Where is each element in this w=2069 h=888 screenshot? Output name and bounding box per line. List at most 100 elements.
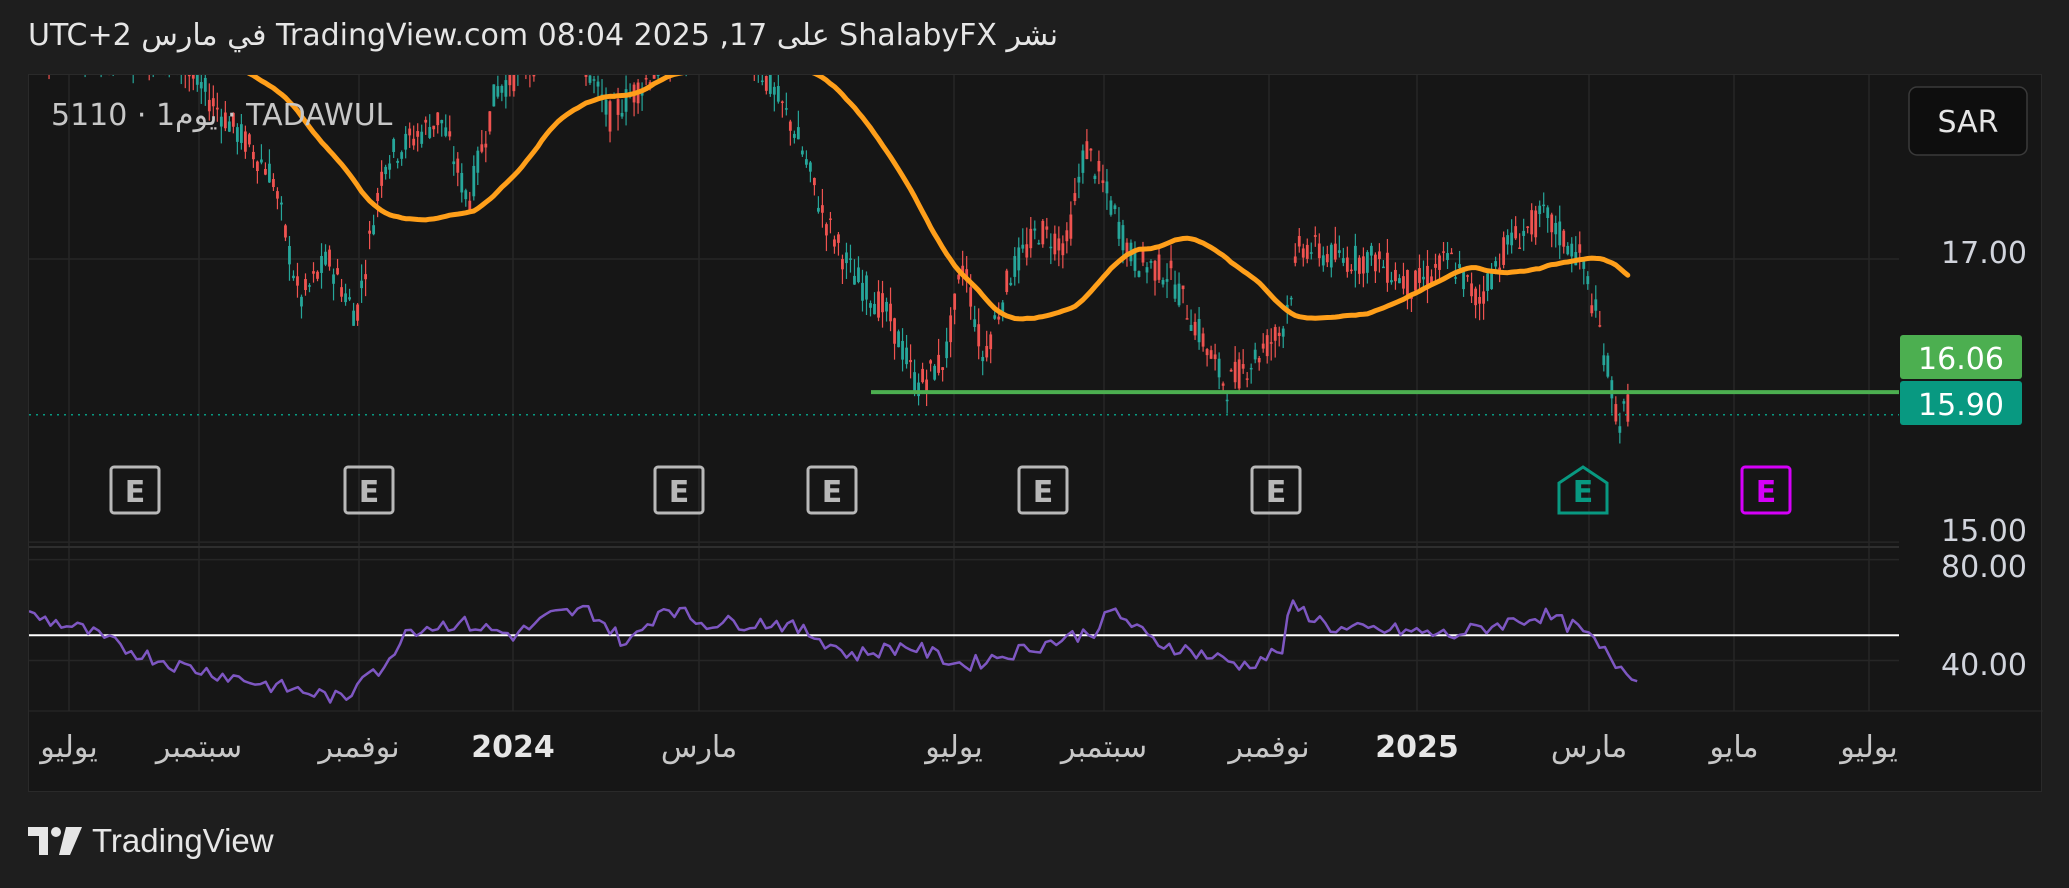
candle-body: [1490, 273, 1494, 290]
candle-body: [1522, 230, 1526, 236]
candle-body: [1622, 401, 1626, 404]
candle-body: [837, 234, 840, 243]
candle-body: [247, 134, 251, 145]
rsi-pane[interactable]: 80.00 40.00: [29, 550, 2027, 704]
candle-body: [953, 293, 957, 310]
candle-body: [780, 101, 784, 103]
earnings-marker[interactable]: E: [806, 465, 858, 515]
earnings-marker[interactable]: E: [1557, 465, 1609, 515]
candle-body: [760, 80, 764, 83]
earnings-marker[interactable]: E: [109, 465, 161, 515]
candle-body: [1289, 297, 1293, 300]
candle-body: [845, 252, 848, 264]
candle-body: [199, 82, 203, 89]
candle-body: [764, 75, 768, 91]
candle-body: [332, 274, 335, 284]
candle-body: [1341, 258, 1345, 263]
currency-button[interactable]: SAR: [1908, 86, 2028, 156]
candle-body: [1165, 279, 1169, 282]
candle-body: [1394, 269, 1397, 282]
candle-body: [997, 316, 1001, 320]
candle-body: [508, 75, 512, 86]
time-tick-label: سبتمبر: [1059, 730, 1147, 765]
candle-body: [1474, 288, 1477, 306]
candle-body: [1550, 214, 1554, 233]
candle-body: [869, 303, 872, 308]
candle-body: [784, 108, 788, 110]
candle-body: [456, 158, 460, 173]
candle-body: [1554, 222, 1558, 235]
candle-body: [989, 334, 993, 350]
tradingview-brand: TradingView: [92, 822, 274, 859]
earnings-marker[interactable]: E: [653, 465, 705, 515]
candle-body: [1353, 245, 1357, 271]
earnings-marker-label: E: [1756, 475, 1777, 510]
time-tick-label: نوفمبر: [1226, 730, 1309, 765]
time-tick-label: مارس: [661, 730, 737, 765]
candle-body: [1478, 296, 1481, 304]
candle-body: [1333, 243, 1337, 260]
earnings-marker-label: E: [669, 475, 690, 510]
time-tick-label: مايو: [1707, 730, 1758, 765]
candle-body: [243, 131, 247, 152]
time-axis[interactable]: يوليو سبتمبر نوفمبر 2024 مارس يوليو سبتمبر نوفم…: [38, 730, 1898, 765]
candle-body: [1514, 226, 1518, 239]
candle-body: [1602, 355, 1606, 366]
candle-body: [1281, 328, 1285, 337]
earnings-marker[interactable]: E: [1740, 465, 1792, 515]
chart-frame[interactable]: E E E E E E E E 5110 · 1يوم · TADAWUL SAR 17.00…: [28, 74, 2043, 793]
candle-body: [1137, 271, 1141, 277]
candle-body: [372, 225, 376, 235]
candle-body: [1213, 354, 1217, 360]
candle-body: [1434, 263, 1437, 268]
candle-body: [1269, 342, 1273, 344]
candle-body: [1542, 204, 1546, 207]
candle-body: [1161, 279, 1165, 285]
tradingview-logo[interactable]: TradingView: [28, 822, 274, 860]
candle-body: [1578, 244, 1582, 253]
candle-body: [1482, 291, 1485, 304]
candle-body: [1337, 250, 1341, 253]
candle-body: [800, 150, 804, 155]
candle-body: [1450, 252, 1453, 255]
candle-body: [1309, 252, 1313, 254]
candle-body: [284, 225, 287, 238]
candle-body: [1177, 283, 1181, 306]
earnings-marker[interactable]: E: [343, 465, 395, 515]
candle-body: [420, 131, 424, 144]
candle-body: [1197, 319, 1201, 343]
candle-body: [1313, 235, 1317, 237]
candle-body: [324, 251, 327, 265]
candle-body: [1257, 357, 1261, 363]
earnings-markers[interactable]: EEEEEEEE: [109, 465, 1792, 515]
candle-body: [913, 372, 916, 393]
candle-body: [1486, 273, 1489, 291]
candle-body: [885, 301, 888, 312]
time-tick-label: سبتمبر: [154, 730, 242, 765]
candle-body: [440, 119, 444, 124]
candle-body: [929, 360, 933, 364]
price-pane[interactable]: E E E E E E E E 5110 · 1يوم · TADAWUL SAR 17.00…: [29, 75, 2028, 549]
candle-body: [1181, 285, 1185, 290]
candle-body: [1025, 244, 1029, 258]
candle-body: [1606, 355, 1610, 377]
chart-canvas[interactable]: E E E E E E E E 5110 · 1يوم · TADAWUL SAR 17.00…: [29, 75, 2043, 793]
candle-body: [288, 245, 291, 265]
candle-body: [1053, 233, 1057, 255]
candle-body: [308, 285, 311, 287]
candle-body: [191, 75, 195, 79]
candle-body: [1037, 242, 1041, 245]
candle-body: [788, 121, 792, 131]
candle-body: [857, 267, 860, 283]
candle-body: [460, 172, 464, 193]
candle-body: [468, 200, 472, 210]
candle-body: [945, 341, 949, 359]
earnings-marker[interactable]: E: [1017, 465, 1069, 515]
candle-body: [1586, 276, 1590, 285]
time-tick-label: يوليو: [1838, 730, 1898, 765]
candle-body: [608, 101, 612, 132]
candle-body: [1293, 256, 1297, 263]
earnings-marker[interactable]: E: [1250, 465, 1302, 515]
candle-body: [1241, 364, 1245, 369]
candle-body: [272, 179, 275, 188]
